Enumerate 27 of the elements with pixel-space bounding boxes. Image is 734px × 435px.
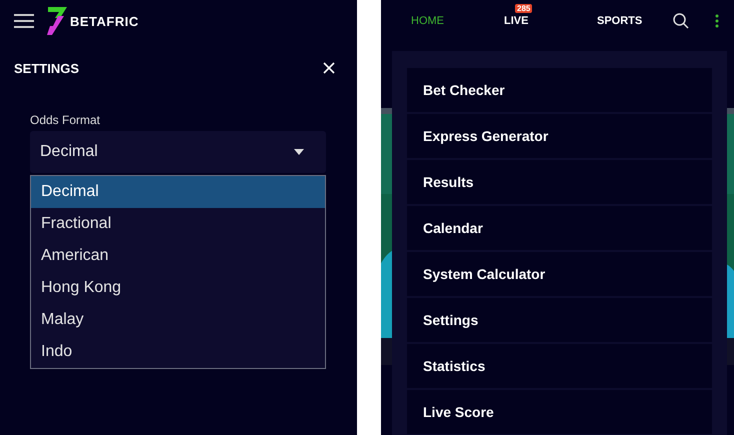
dropdown-option[interactable]: Decimal [31,176,325,208]
dropdown-option[interactable]: Malay [31,304,325,336]
dropdown-option[interactable]: Fractional [31,208,325,240]
count-badge: 285 [515,4,532,13]
dropdown-option[interactable]: Indo [31,336,325,368]
menu-item[interactable]: Live Score [407,390,712,434]
nav-tab[interactable]: HOME [411,15,504,27]
menu-item[interactable]: System Calculator [407,252,712,296]
menu-icon[interactable] [14,13,34,29]
more-icon[interactable] [715,14,719,28]
search-icon[interactable] [673,13,689,29]
caret-icon [294,149,304,155]
menu-item[interactable]: Results [407,160,712,204]
menu-item[interactable]: Bet Checker [407,68,712,112]
nav-tab[interactable]: SPORTS [597,15,667,27]
menu-item[interactable]: Statistics [407,344,712,388]
brand-name: BETAFRIC [70,14,139,28]
menu-item[interactable]: Calendar [407,206,712,250]
field-label: Odds Format [30,113,102,127]
logo-icon [46,6,68,36]
dropdown-option[interactable]: American [31,240,325,272]
settings-title: SETTINGS [14,61,80,76]
dropdown-option[interactable]: Hong Kong [31,272,325,304]
odds-format-select[interactable]: Decimal [30,131,326,173]
menu-item[interactable]: Settings [407,298,712,342]
close-icon[interactable] [323,62,337,76]
menu-item[interactable]: Express Generator [407,114,712,158]
